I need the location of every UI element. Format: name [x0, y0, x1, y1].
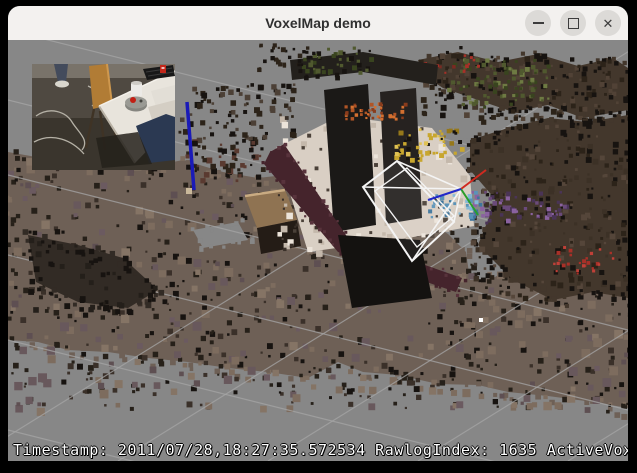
cup-rim — [131, 81, 142, 85]
status-text: Timestamp: 2011/07/28,18:27:35.572534 Ra… — [13, 441, 628, 459]
3d-viewport[interactable]: Timestamp: 2011/07/28,18:27:35.572534 Ra… — [8, 40, 628, 461]
minimize-icon — [533, 22, 544, 24]
camera-image-inset — [32, 64, 175, 170]
screen: { "window": { "title": "VoxelMap demo", … — [0, 0, 637, 473]
maximize-icon — [568, 18, 579, 29]
titlebar[interactable]: VoxelMap demo ✕ — [8, 6, 628, 40]
minimize-button[interactable] — [525, 10, 551, 36]
app-window: VoxelMap demo ✕ — [8, 6, 628, 461]
device-red-button — [130, 97, 136, 103]
exit-sign-glyph — [162, 67, 165, 69]
close-button[interactable]: ✕ — [595, 10, 621, 36]
device-knob — [140, 100, 143, 103]
maximize-button[interactable] — [560, 10, 586, 36]
voxel-scene — [8, 40, 628, 461]
window-controls: ✕ — [525, 10, 628, 36]
device-top — [125, 97, 147, 109]
close-icon: ✕ — [603, 17, 614, 30]
person-shoe — [55, 81, 69, 88]
